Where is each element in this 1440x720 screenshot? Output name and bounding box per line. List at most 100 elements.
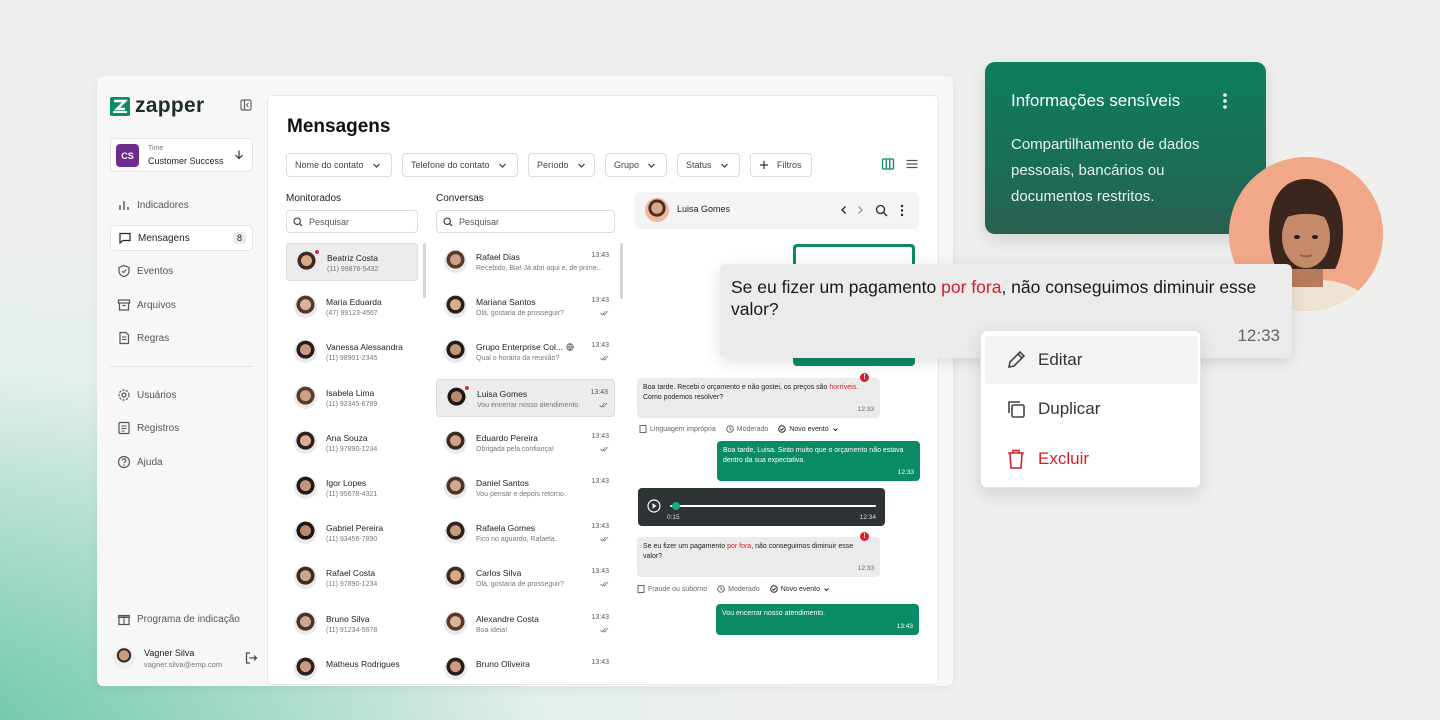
chevron-down-icon bbox=[824, 587, 829, 591]
list-icon bbox=[118, 421, 130, 435]
monitored-contact-item[interactable]: Vanessa Alessandra (11) 98901-2345 bbox=[286, 333, 418, 371]
category-tag: Fraude ou suborno bbox=[637, 585, 707, 593]
monitored-search-input[interactable]: Pesquisar bbox=[286, 210, 418, 233]
shield-icon bbox=[118, 264, 130, 278]
edit-menu-item[interactable]: Editar bbox=[985, 336, 1198, 384]
monitored-contact-item[interactable]: Matheus Rodrigues bbox=[286, 650, 418, 684]
filters-button[interactable]: Filtros bbox=[750, 153, 812, 177]
message-incoming-bubble[interactable]: Se eu fizer um pagamento por fora, não c… bbox=[637, 537, 880, 577]
monitored-contact-item[interactable]: Ana Souza (11) 97890-1234 bbox=[286, 424, 418, 462]
sidebar-item-mensagens[interactable]: Mensagens 8 bbox=[110, 225, 253, 251]
team-name: Customer Success bbox=[148, 156, 224, 166]
sidebar-item-eventos[interactable]: Eventos bbox=[110, 258, 253, 284]
category-tag: Linguagem imprópria bbox=[639, 425, 716, 433]
conversation-item[interactable]: Mariana Santos 13:43 Olá, gostaria de pros… bbox=[436, 288, 615, 326]
sidebar-item-label: Usuários bbox=[137, 389, 177, 401]
conversation-item[interactable]: Daniel Santos 13:43 Vou pensar e depois re… bbox=[436, 469, 615, 507]
chevron-down-icon bbox=[832, 427, 838, 431]
referral-program-link[interactable]: Programa de indicação bbox=[110, 606, 253, 632]
monitored-contact-item[interactable]: Bruno Silva (11) 91234-5678 bbox=[286, 605, 418, 643]
conversation-item[interactable]: Luisa Gomes 13:43 Vou encerrar nosso atend… bbox=[436, 378, 615, 417]
filter-status[interactable]: Status bbox=[677, 153, 740, 177]
chevron-left-icon[interactable] bbox=[839, 205, 849, 215]
avatar bbox=[645, 198, 669, 222]
audio-message[interactable]: 0:15 12:34 bbox=[638, 488, 885, 526]
conversation-name-text: Luisa Gomes bbox=[477, 388, 528, 399]
event-dropdown[interactable]: Novo evento bbox=[769, 585, 830, 593]
message-outgoing-bubble[interactable]: Boa tarde, Luisa. Sinto muito que o orça… bbox=[717, 441, 920, 481]
conversation-item[interactable]: Rafael Dias 13:43 Recebido, Bia! Já abri a… bbox=[436, 243, 615, 281]
conversation-item[interactable]: Eduardo Pereira 13:43 Obrigada pela confia… bbox=[436, 424, 615, 462]
conversations-scrollbar[interactable] bbox=[620, 243, 623, 299]
flagged-word: por fora bbox=[727, 543, 752, 550]
plus-icon bbox=[760, 161, 768, 169]
duplicate-menu-item[interactable]: Duplicar bbox=[985, 385, 1198, 433]
team-selector[interactable]: CS Time Customer Success bbox=[110, 138, 253, 172]
conversation-name: Daniel Santos bbox=[476, 478, 529, 488]
avatar bbox=[294, 340, 317, 364]
conversation-item[interactable]: Grupo Enterprise Col... 13:43 Qual o horár… bbox=[436, 333, 615, 371]
globe-icon bbox=[566, 343, 574, 352]
avatar bbox=[294, 656, 317, 680]
message-time: 12:34 bbox=[859, 514, 876, 521]
sidebar-item-arquivos[interactable]: Arquivos bbox=[110, 292, 253, 318]
event-dropdown[interactable]: Novo evento bbox=[778, 425, 838, 433]
sidebar-item-ajuda[interactable]: Ajuda bbox=[110, 449, 253, 475]
list-view-icon[interactable] bbox=[905, 157, 919, 171]
sidebar-item-registros[interactable]: Registros bbox=[110, 415, 253, 441]
filter-contact-name[interactable]: Nome do contato bbox=[286, 153, 392, 177]
read-receipt-icon bbox=[600, 627, 609, 633]
search-icon[interactable] bbox=[875, 204, 888, 217]
filter-period[interactable]: Período bbox=[528, 153, 595, 177]
conversation-item[interactable]: Bruno Oliveira 13:43 bbox=[436, 650, 615, 684]
conversation-preview: Recebido, Bia! Já abri aqui e, de prime.… bbox=[476, 265, 603, 272]
monitored-scrollbar[interactable] bbox=[423, 243, 426, 298]
help-icon bbox=[117, 455, 131, 469]
message-moderation-meta: Linguagem imprópria Moderado Novo evento bbox=[639, 425, 839, 433]
chevron-down-icon bbox=[372, 163, 380, 168]
message-text: Boa tarde. Recebi o orçamento e não gost… bbox=[643, 384, 830, 391]
monitored-contact-item[interactable]: Gabriel Pereira (11) 93456-7890 bbox=[286, 514, 418, 552]
sidebar-item-indicadores[interactable]: Indicadores bbox=[110, 192, 253, 218]
conversations-search-input[interactable]: Pesquisar bbox=[436, 210, 615, 233]
contact-phone: (11) 97890-1234 bbox=[326, 581, 378, 589]
collapse-sidebar-icon[interactable] bbox=[240, 99, 252, 111]
monitored-contact-item[interactable]: Beatriz Costa (11) 99876-5432 bbox=[286, 243, 418, 281]
delete-menu-item[interactable]: Excluir bbox=[985, 435, 1198, 483]
message-incoming-bubble[interactable]: Boa tarde. Recebi o orçamento e não gost… bbox=[637, 378, 880, 418]
conversation-item[interactable]: Rafaela Gomes 13:43 Fico no aguardo, Rafae… bbox=[436, 514, 615, 552]
monitored-contact-item[interactable]: Isabela Lima (11) 92345-6789 bbox=[286, 379, 418, 417]
sidebar-item-label: Eventos bbox=[137, 265, 174, 277]
message-outgoing-bubble[interactable]: Vou encerrar nosso atendimento. 13:43 bbox=[716, 604, 919, 635]
play-icon[interactable] bbox=[647, 499, 661, 513]
filter-contact-phone[interactable]: Telefone do contato bbox=[402, 153, 518, 177]
monitored-contact-item[interactable]: Igor Lopes (11) 95678-4321 bbox=[286, 469, 418, 507]
more-vertical-icon[interactable] bbox=[1222, 92, 1228, 110]
logout-icon[interactable] bbox=[244, 651, 258, 665]
brand-name: zapper bbox=[135, 94, 205, 117]
chevron-right-icon[interactable] bbox=[855, 205, 865, 215]
filter-label: Grupo bbox=[614, 160, 640, 170]
conversation-item[interactable]: Carlos Silva 13:43 Olá, gostaria de prosse… bbox=[436, 559, 615, 597]
contact-phone: (11) 99876-5432 bbox=[327, 266, 379, 273]
avatar bbox=[444, 430, 467, 454]
monitored-contact-item[interactable]: Maria Eduarda (47) 99123-4567 bbox=[286, 288, 418, 326]
zapper-logo-mark bbox=[110, 96, 130, 116]
trash-icon bbox=[1008, 449, 1024, 469]
read-receipt-icon bbox=[600, 582, 609, 588]
read-receipt-icon bbox=[600, 536, 609, 542]
audio-progress-handle[interactable] bbox=[672, 502, 681, 510]
filter-group[interactable]: Grupo bbox=[605, 153, 667, 177]
conversation-item[interactable]: Alexandre Costa 13:43 Boa ideia! bbox=[436, 605, 615, 643]
copy-icon bbox=[1008, 401, 1025, 418]
conversation-name: Bruno Oliveira bbox=[476, 659, 530, 669]
sidebar-item-usuarios[interactable]: Usuários bbox=[110, 382, 253, 408]
more-vertical-icon[interactable] bbox=[899, 204, 905, 217]
status-tag: Moderado bbox=[717, 585, 760, 593]
monitored-contact-item[interactable]: Rafael Costa (11) 97890-1234 bbox=[286, 559, 418, 597]
sidebar-item-regras[interactable]: Regras bbox=[110, 325, 253, 351]
conversation-name: Alexandre Costa bbox=[476, 614, 539, 624]
columns-view-icon[interactable] bbox=[881, 157, 895, 171]
audio-elapsed: 0:15 bbox=[667, 514, 680, 521]
conversation-name-text: Grupo Enterprise Col... bbox=[476, 342, 563, 353]
